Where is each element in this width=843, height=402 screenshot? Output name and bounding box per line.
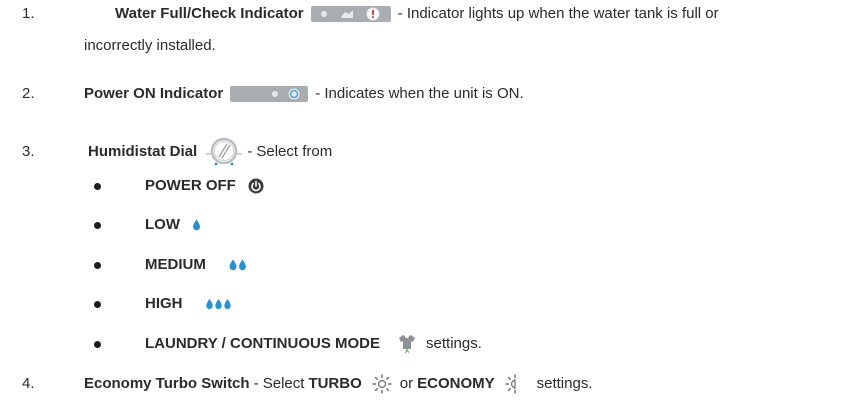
humidistat-dial-icon <box>205 136 243 168</box>
triple-drop-icon <box>205 298 232 310</box>
list-item-1: 1. Water Full/Check Indicator - Indicato… <box>0 4 719 24</box>
turbo-label: TURBO <box>308 375 362 392</box>
list-item-1-continuation: incorrectly installed. <box>0 36 216 56</box>
list-item-3: 3. Humidistat Dial - Select from <box>0 136 332 168</box>
bullet-dot <box>94 341 101 348</box>
item-number: 2. <box>22 85 35 102</box>
or-text: or <box>399 375 414 392</box>
item-title: Power ON Indicator <box>84 85 224 102</box>
turbo-sun-icon <box>372 374 392 394</box>
item-description: - Indicates when the unit is ON. <box>315 85 524 102</box>
option-high: HIGH <box>0 294 232 314</box>
option-power-off: POWER OFF <box>0 176 264 196</box>
bullet-dot <box>94 183 101 190</box>
economy-label: ECONOMY <box>417 375 495 392</box>
bullet-dot <box>94 222 101 229</box>
power-symbol-icon <box>248 178 264 194</box>
item-description: - Indicator lights up when the water tan… <box>397 5 719 22</box>
option-medium: MEDIUM <box>0 255 248 275</box>
option-laundry: LAUNDRY / CONTINUOUS MODE settings. <box>0 334 482 354</box>
option-label: POWER OFF <box>145 177 236 194</box>
bullet-dot <box>94 301 101 308</box>
item-number: 1. <box>22 5 35 22</box>
double-drop-icon <box>228 259 248 271</box>
shirt-icon <box>398 334 416 354</box>
option-label: LOW <box>145 216 180 233</box>
economy-sun-icon <box>504 374 525 394</box>
item-description-continued: incorrectly installed. <box>84 37 216 54</box>
item-number: 4. <box>22 375 35 392</box>
item-number: 3. <box>22 143 35 160</box>
item-title: Economy Turbo Switch <box>84 375 250 392</box>
water-full-indicator-panel-icon <box>310 6 391 22</box>
item-description: - Select <box>253 375 305 392</box>
bullet-dot <box>94 262 101 269</box>
option-label: LAUNDRY / CONTINUOUS MODE <box>145 335 381 352</box>
item-title: Humidistat Dial <box>88 143 198 160</box>
item-title: Water Full/Check Indicator <box>115 5 304 22</box>
item-description: - Select from <box>247 143 333 160</box>
single-drop-icon <box>192 219 201 231</box>
option-label: HIGH <box>145 295 183 312</box>
list-item-2: 2. Power ON Indicator - Indicates when t… <box>0 84 524 104</box>
list-item-4: 4. Economy Turbo Switch - Select TURBO o… <box>0 374 593 394</box>
option-label: MEDIUM <box>145 256 206 273</box>
option-suffix: settings. <box>426 335 482 352</box>
option-low: LOW <box>0 215 201 235</box>
power-on-indicator-panel-icon <box>230 86 309 102</box>
item-suffix: settings. <box>536 375 593 392</box>
